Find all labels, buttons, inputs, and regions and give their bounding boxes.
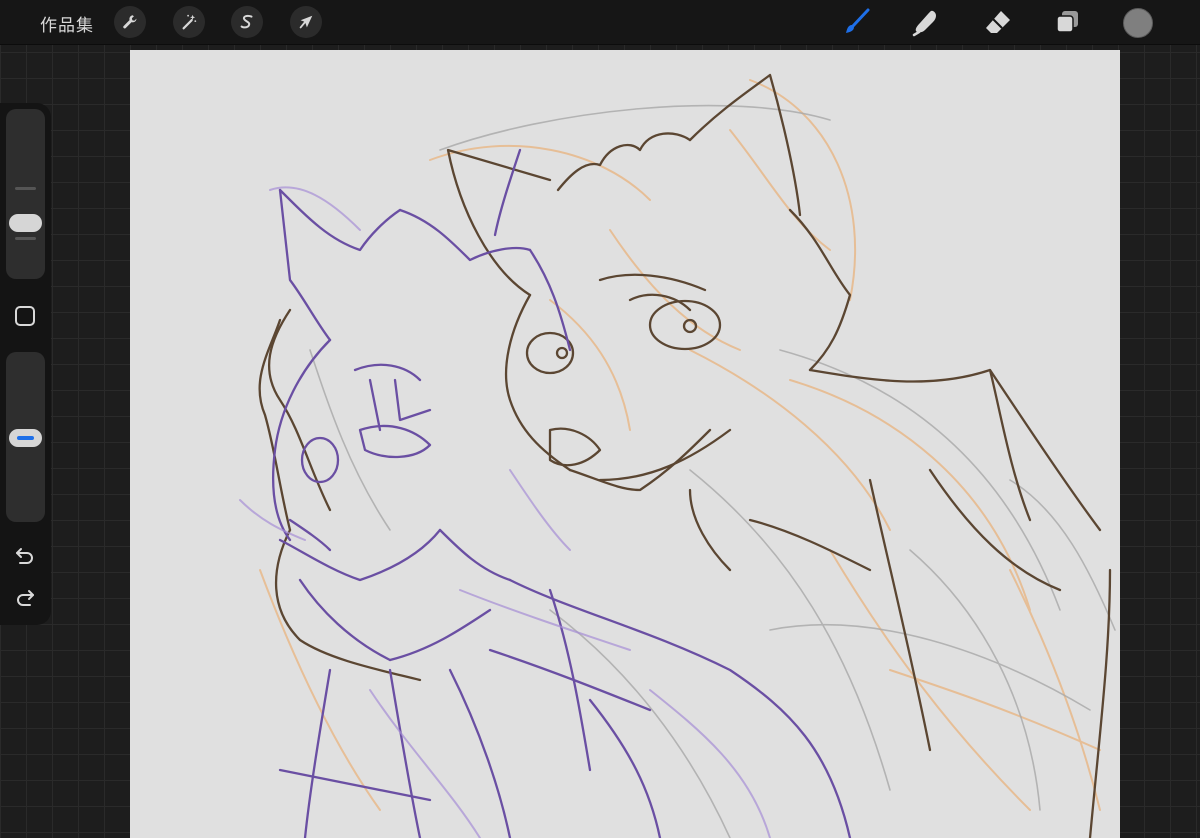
layers-icon <box>1056 11 1078 33</box>
brush-icon <box>846 8 870 33</box>
selection-s-icon <box>240 14 253 29</box>
redo-button[interactable] <box>11 584 39 612</box>
smudge-finger-icon <box>912 10 936 37</box>
undo-icon <box>16 548 33 564</box>
color-picker-swatch[interactable] <box>1123 8 1153 38</box>
left-sidebar <box>0 103 51 625</box>
opacity-handle[interactable] <box>9 429 42 447</box>
adjustments-button[interactable] <box>173 6 205 38</box>
actions-button[interactable] <box>114 6 146 38</box>
brush-size-slider[interactable] <box>6 109 45 279</box>
top-toolbar: 作品集 <box>0 0 1200 45</box>
sketch-artwork <box>239 73 1116 838</box>
selection-button[interactable] <box>231 6 263 38</box>
slider-tick <box>15 187 36 190</box>
eraser-tool-button[interactable] <box>981 5 1015 39</box>
square-icon <box>15 306 35 326</box>
modify-button[interactable] <box>11 302 39 330</box>
smudge-tool-button[interactable] <box>909 5 943 39</box>
wrench-icon <box>123 15 137 29</box>
gallery-button[interactable]: 作品集 <box>40 11 94 36</box>
redo-icon <box>17 590 34 606</box>
undo-button[interactable] <box>11 542 39 570</box>
transform-button[interactable] <box>290 6 322 38</box>
brush-tool-button[interactable] <box>839 5 873 39</box>
slider-tick <box>15 237 36 240</box>
drawing-canvas[interactable] <box>130 50 1120 838</box>
layers-button[interactable] <box>1050 5 1084 39</box>
magic-wand-icon <box>182 14 197 30</box>
opacity-slider[interactable] <box>6 352 45 522</box>
brush-size-handle[interactable] <box>9 214 42 232</box>
eraser-icon <box>986 11 1010 33</box>
arrow-cursor-icon <box>299 15 313 29</box>
